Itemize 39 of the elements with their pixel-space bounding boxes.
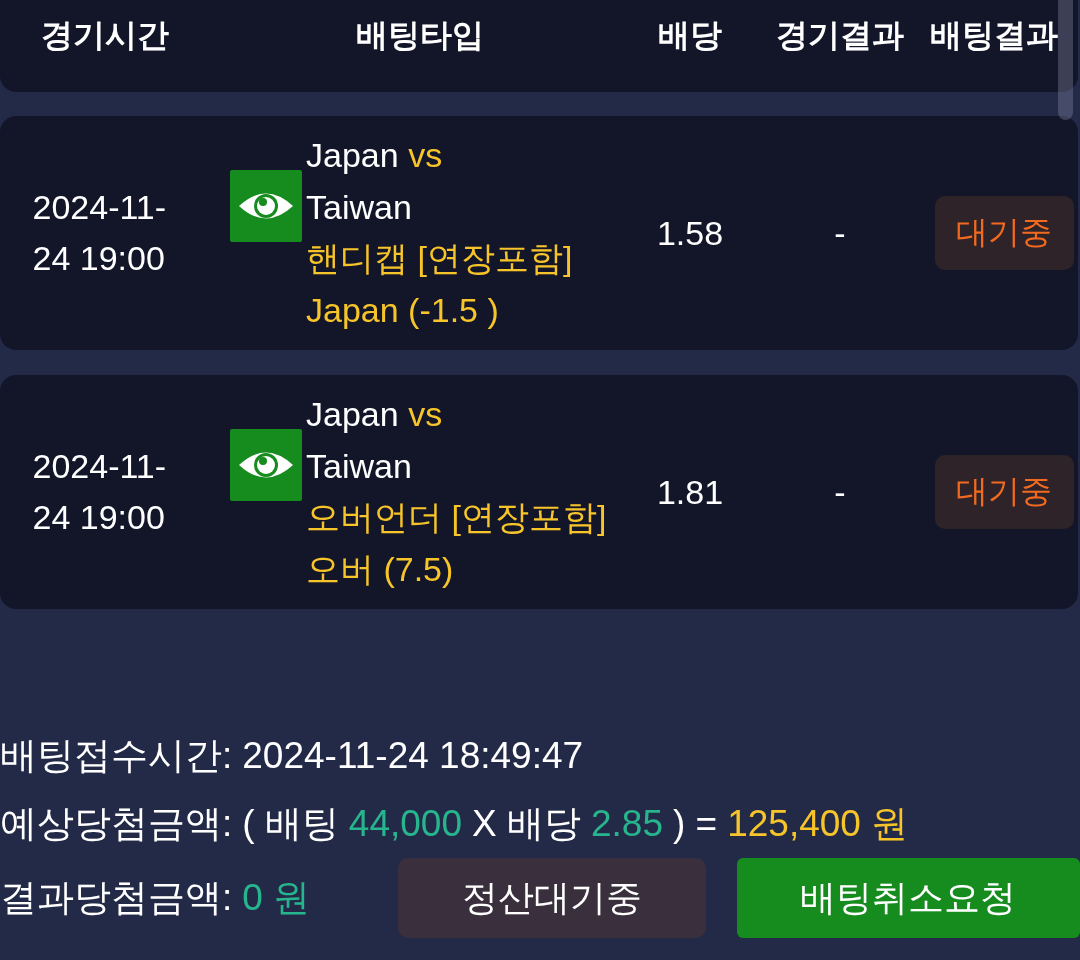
status-badge: 대기중 bbox=[934, 455, 1074, 529]
actual-win-label: 결과당첨금액: bbox=[0, 876, 233, 920]
settlement-status-button[interactable]: 정산대기중 bbox=[398, 858, 706, 938]
cancel-request-button[interactable]: 배팅취소요청 bbox=[736, 858, 1080, 938]
expected-payout: 125,400 원 bbox=[727, 802, 909, 846]
column-header: 경기시간 bbox=[41, 16, 169, 55]
bet-market: 오버언더 [연장포함] bbox=[306, 498, 607, 536]
actual-win-amount: 0 원 bbox=[242, 876, 311, 920]
team-name: Taiwan bbox=[306, 446, 412, 485]
eye-icon[interactable] bbox=[230, 429, 302, 501]
column-header: 배당 bbox=[658, 16, 722, 55]
match-time: 2024-11-24 19:00 bbox=[32, 446, 168, 538]
stake-label: ( 배팅 bbox=[242, 802, 339, 846]
equals-sign: ) = bbox=[672, 803, 718, 845]
match-result: - bbox=[834, 213, 846, 252]
versus-label: vs bbox=[408, 395, 443, 433]
bet-pick: Japan (-1.5 ) bbox=[306, 290, 499, 329]
team-name: Japan bbox=[306, 395, 399, 433]
bet-time-value: 2024-11-24 18:49:47 bbox=[242, 735, 584, 777]
column-header: 배팅타입 bbox=[356, 16, 484, 55]
bet-time-label: 배팅접수시간: bbox=[0, 734, 233, 778]
eye-icon[interactable] bbox=[230, 170, 302, 242]
stake-amount: 44,000 bbox=[348, 803, 463, 845]
versus-label: vs bbox=[408, 136, 443, 174]
odds-value: 1.58 bbox=[656, 213, 724, 252]
match-result: - bbox=[834, 472, 846, 511]
match-time: 2024-11-24 19:00 bbox=[32, 187, 168, 279]
bet-pick: 오버 (7.5) bbox=[306, 549, 454, 588]
expected-win-label: 예상당첨금액: bbox=[0, 802, 233, 846]
status-badge: 대기중 bbox=[934, 196, 1074, 270]
team-name: Taiwan bbox=[306, 187, 412, 226]
bet-market: 핸디캡 [연장포함] bbox=[306, 239, 573, 277]
odds-label: X 배당 bbox=[472, 802, 581, 846]
team-name: Japan bbox=[306, 136, 399, 174]
odds-value: 1.81 bbox=[656, 472, 724, 511]
total-odds: 2.85 bbox=[590, 803, 663, 845]
column-header: 경기결과 bbox=[776, 16, 904, 55]
scrollbar-thumb[interactable] bbox=[1058, 0, 1073, 120]
column-header: 배팅결과 bbox=[930, 16, 1058, 55]
